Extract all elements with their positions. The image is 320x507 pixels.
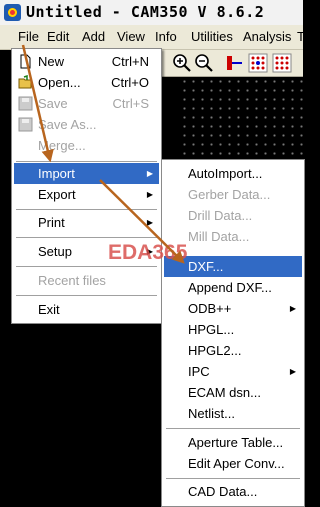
arrow-to-dxf (99, 179, 185, 264)
annotation-arrows (21, 44, 185, 264)
arrow-to-import (21, 44, 54, 163)
